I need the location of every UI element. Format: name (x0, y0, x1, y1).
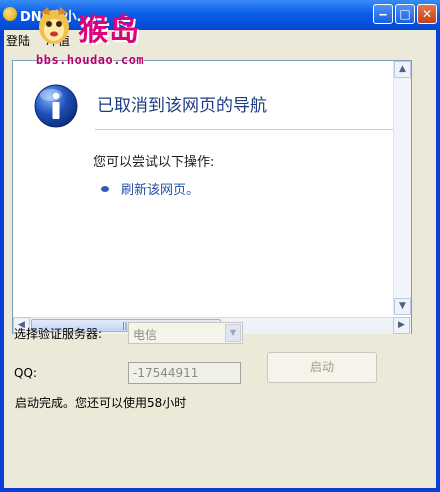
server-label: 选择验证服务器: (14, 327, 103, 341)
close-button[interactable]: ✕ (417, 4, 437, 24)
qq-input[interactable]: -17544911 (128, 362, 241, 384)
server-select[interactable]: 电信 ▼ (128, 322, 243, 344)
divider (95, 129, 409, 130)
refresh-page-link[interactable]: 刷新该网页。 (121, 179, 199, 198)
scroll-right-icon[interactable]: ▶ (393, 317, 410, 334)
window-client-area: 登陆 冲值 已取消到该网页的导航 您可以尝试以下操作: 刷新该网页。 ▲ ▼ ◀… (4, 30, 436, 488)
scroll-up-icon[interactable]: ▲ (394, 61, 411, 78)
app-icon (3, 7, 17, 21)
bullet-icon (101, 186, 109, 192)
status-text: 启动完成。您还可以使用58小时 (15, 396, 187, 410)
start-button[interactable]: 启动 (267, 352, 377, 383)
title-bar[interactable]: DNF小小... ‒ □ ✕ (0, 0, 440, 30)
chevron-down-icon[interactable]: ▼ (225, 324, 241, 342)
menu-recharge[interactable]: 冲值 (46, 32, 70, 49)
qq-label: QQ: (14, 366, 37, 380)
menu-bar: 登陆 冲值 (4, 30, 436, 50)
menu-login[interactable]: 登陆 (6, 32, 30, 49)
window-title: DNF小小... (20, 10, 92, 25)
embedded-browser: 已取消到该网页的导航 您可以尝试以下操作: 刷新该网页。 ▲ ▼ ◀ ||| ▶ (12, 60, 412, 334)
suggestion-text: 您可以尝试以下操作: (93, 155, 215, 170)
page-heading: 已取消到该网页的导航 (97, 96, 267, 116)
app-window: DNF小小... ‒ □ ✕ 猴岛 bbs.houdao.com 登陆 冲值 已… (0, 0, 440, 492)
scroll-down-icon[interactable]: ▼ (394, 298, 411, 315)
qq-input-value: -17544911 (133, 366, 199, 380)
server-select-value: 电信 (133, 328, 158, 342)
info-icon (34, 84, 78, 128)
maximize-button[interactable]: □ (395, 4, 415, 24)
minimize-button[interactable]: ‒ (373, 4, 393, 24)
vertical-scrollbar[interactable]: ▲ ▼ (393, 61, 411, 315)
